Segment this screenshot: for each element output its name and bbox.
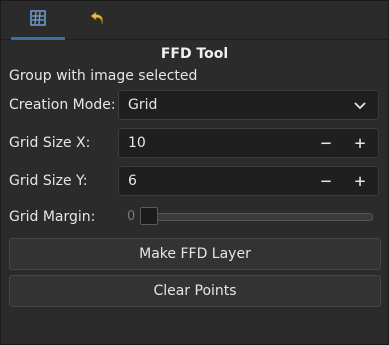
grid-margin-slider-handle[interactable]: [140, 207, 158, 225]
creation-mode-label: Creation Mode:: [9, 97, 116, 113]
chevron-down-icon: [352, 95, 368, 115]
grid-size-x-label: Grid Size X:: [9, 135, 91, 151]
grid-size-y-spinbox[interactable]: 6 − +: [118, 166, 379, 196]
panel-title: FFD Tool: [160, 46, 229, 62]
make-ffd-layer-button[interactable]: Make FFD Layer: [9, 238, 381, 270]
grid-margin-label: Grid Margin:: [9, 209, 96, 225]
grid-size-y-increment-button[interactable]: +: [343, 167, 377, 195]
grid-icon: [30, 10, 46, 30]
tab-undo[interactable]: [71, 1, 125, 39]
grid-size-x-increment-button[interactable]: +: [343, 129, 377, 157]
grid-size-x-decrement-button[interactable]: −: [309, 129, 343, 157]
grid-size-y-decrement-button[interactable]: −: [309, 167, 343, 195]
creation-mode-select[interactable]: Grid: [118, 90, 379, 120]
tab-bar: [1, 1, 388, 40]
creation-mode-value: Grid: [128, 97, 158, 113]
tab-grid[interactable]: [11, 1, 65, 40]
grid-margin-value: 0: [127, 209, 136, 224]
grid-margin-slider[interactable]: [149, 213, 373, 221]
grid-size-y-value[interactable]: 6: [128, 173, 137, 189]
selection-status: Group with image selected: [9, 68, 198, 84]
ffd-tool-panel: FFD Tool Group with image selected Creat…: [0, 0, 389, 345]
undo-icon: [89, 9, 107, 31]
grid-size-y-label: Grid Size Y:: [9, 173, 88, 189]
clear-points-button[interactable]: Clear Points: [9, 275, 381, 307]
grid-size-x-value[interactable]: 10: [128, 135, 146, 151]
grid-size-x-spinbox[interactable]: 10 − +: [118, 128, 379, 158]
